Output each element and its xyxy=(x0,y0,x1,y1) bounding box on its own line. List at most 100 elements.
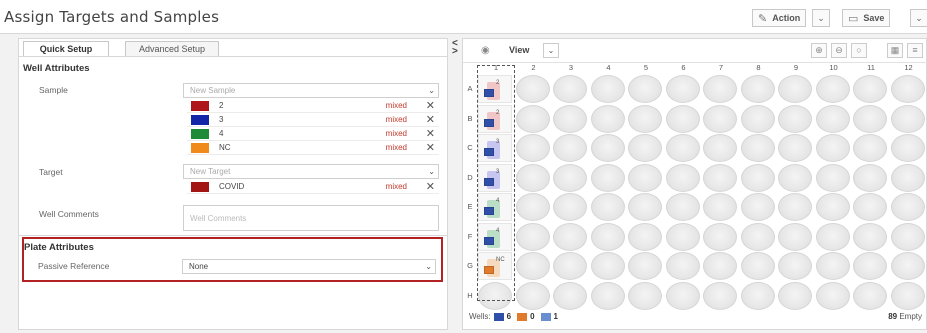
plate-well[interactable] xyxy=(890,75,925,103)
plate-well[interactable] xyxy=(628,281,662,310)
plate-well[interactable] xyxy=(853,134,887,162)
sample-color-swatch[interactable] xyxy=(191,115,209,125)
column-header[interactable]: 4 xyxy=(591,63,627,72)
plate-well[interactable] xyxy=(740,75,775,103)
plate-well[interactable] xyxy=(590,193,625,221)
plate-well[interactable] xyxy=(665,281,700,310)
plate-well[interactable] xyxy=(703,281,737,310)
plate-well[interactable] xyxy=(853,252,887,280)
sample-color-swatch[interactable] xyxy=(191,143,209,153)
plate-well[interactable] xyxy=(590,281,625,310)
plate-well[interactable] xyxy=(853,104,887,133)
plate-well[interactable] xyxy=(740,222,775,251)
plate-well[interactable] xyxy=(553,163,587,192)
plate-well[interactable] xyxy=(890,252,925,280)
column-header[interactable]: 10 xyxy=(816,63,852,72)
plate-well[interactable] xyxy=(890,104,925,133)
row-header[interactable]: D xyxy=(465,173,475,182)
sample-row[interactable]: 4 mixed ✕ xyxy=(187,128,439,141)
plate-well[interactable] xyxy=(553,222,587,251)
plate-well[interactable] xyxy=(703,163,737,192)
row-header[interactable]: E xyxy=(465,202,475,211)
plate-well[interactable] xyxy=(740,193,775,221)
plate-well[interactable] xyxy=(553,193,587,221)
plate-well[interactable] xyxy=(553,281,587,310)
plate-well[interactable] xyxy=(890,134,925,162)
plate-well[interactable] xyxy=(740,134,775,162)
plate-well[interactable] xyxy=(740,281,775,310)
remove-icon[interactable]: ✕ xyxy=(426,127,435,140)
sample-row[interactable]: 2 mixed ✕ xyxy=(187,100,439,113)
plate-well[interactable] xyxy=(703,222,737,251)
row-header[interactable]: F xyxy=(465,232,475,241)
plate-well[interactable] xyxy=(590,252,625,280)
plate-well[interactable] xyxy=(853,281,887,310)
plate-well[interactable] xyxy=(815,163,850,192)
plate-well[interactable] xyxy=(740,163,775,192)
plate-well[interactable] xyxy=(740,104,775,133)
sample-dropdown[interactable]: New Sample ⌄ xyxy=(183,83,439,98)
action-dropdown-button[interactable]: ⌄ xyxy=(812,9,830,27)
column-header[interactable]: 3 xyxy=(553,63,589,72)
plate-well[interactable] xyxy=(590,163,625,192)
plate-well[interactable] xyxy=(590,75,625,103)
plate-well[interactable] xyxy=(628,193,662,221)
plate-well[interactable] xyxy=(815,75,850,103)
plate-well[interactable] xyxy=(815,281,850,310)
row-header[interactable]: G xyxy=(465,261,475,270)
row-header[interactable]: H xyxy=(465,291,475,300)
plate-well[interactable] xyxy=(853,193,887,221)
plate-well[interactable] xyxy=(778,193,812,221)
column-header[interactable]: 5 xyxy=(628,63,664,72)
plate-well[interactable] xyxy=(703,75,737,103)
plate-well[interactable] xyxy=(665,134,700,162)
column-header[interactable]: 7 xyxy=(703,63,739,72)
plate-well[interactable] xyxy=(553,134,587,162)
plate-well[interactable] xyxy=(815,252,850,280)
sample-row[interactable]: NC mixed ✕ xyxy=(187,142,439,155)
plate-well[interactable] xyxy=(515,252,550,280)
column-header[interactable]: 6 xyxy=(666,63,702,72)
row-header[interactable]: C xyxy=(465,143,475,152)
plate-well[interactable] xyxy=(778,163,812,192)
plate-well[interactable] xyxy=(778,252,812,280)
plate-well[interactable] xyxy=(553,75,587,103)
plate-well[interactable] xyxy=(515,193,550,221)
plate-well[interactable] xyxy=(853,75,887,103)
plate-well[interactable] xyxy=(628,134,662,162)
passive-reference-dropdown[interactable]: None ⌄ xyxy=(182,259,436,274)
column-header[interactable]: 2 xyxy=(516,63,552,72)
plate-well[interactable] xyxy=(703,134,737,162)
row-header[interactable]: B xyxy=(465,114,475,123)
plate-well[interactable] xyxy=(890,193,925,221)
target-color-swatch[interactable] xyxy=(191,182,209,192)
plate-well[interactable] xyxy=(665,163,700,192)
plate-well[interactable] xyxy=(778,222,812,251)
plate-well[interactable] xyxy=(665,104,700,133)
view-label[interactable]: View xyxy=(509,45,529,55)
plate-well[interactable] xyxy=(665,222,700,251)
plate-well[interactable] xyxy=(515,281,550,310)
plate-well[interactable] xyxy=(628,75,662,103)
remove-icon[interactable]: ✕ xyxy=(426,113,435,126)
plate-well[interactable] xyxy=(853,222,887,251)
plate-well[interactable] xyxy=(628,104,662,133)
plate-well[interactable] xyxy=(628,222,662,251)
plate-well[interactable] xyxy=(815,104,850,133)
column-header[interactable]: 8 xyxy=(741,63,777,72)
plate-well[interactable] xyxy=(778,281,812,310)
column-header[interactable]: 12 xyxy=(891,63,927,72)
plate-well[interactable] xyxy=(815,134,850,162)
plate-well[interactable] xyxy=(890,222,925,251)
view-dropdown[interactable]: ⌄ xyxy=(543,43,559,58)
plate-well[interactable] xyxy=(703,104,737,133)
remove-icon[interactable]: ✕ xyxy=(426,99,435,112)
grid-view-icon[interactable]: ▦ xyxy=(887,43,903,58)
save-dropdown-button[interactable]: ⌄ xyxy=(910,9,927,27)
plate-well[interactable] xyxy=(703,252,737,280)
sample-color-swatch[interactable] xyxy=(191,129,209,139)
plate-well[interactable] xyxy=(515,222,550,251)
plate-well[interactable] xyxy=(815,222,850,251)
list-view-icon[interactable]: ≡ xyxy=(907,43,923,58)
remove-icon[interactable]: ✕ xyxy=(426,180,435,193)
